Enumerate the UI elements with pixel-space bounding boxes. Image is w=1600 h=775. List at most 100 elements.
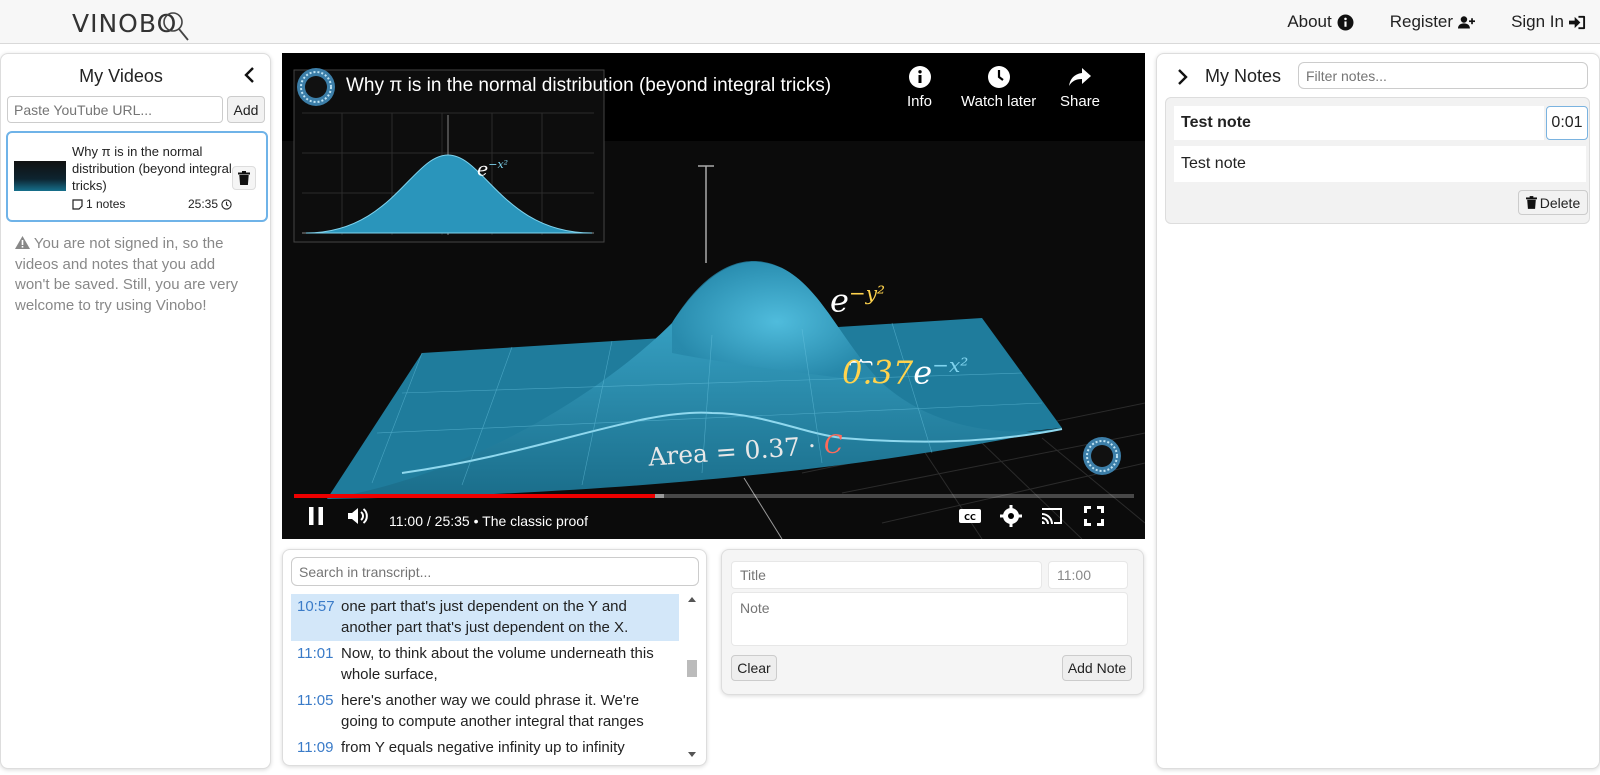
overlay-formula-top: e−y²: [830, 281, 885, 320]
transcript-list[interactable]: 10:57 one part that's just dependent on t…: [291, 594, 679, 760]
info-icon: [908, 66, 931, 88]
volume-button[interactable]: [346, 501, 370, 531]
transcript-timestamp[interactable]: 11:09: [297, 737, 341, 758]
cast-button[interactable]: [1040, 501, 1064, 531]
delete-video-button[interactable]: [232, 166, 256, 190]
video-info-button[interactable]: Info: [907, 65, 932, 110]
transcript-row[interactable]: 11:09 from Y equals negative infinity up …: [291, 735, 679, 760]
not-signed-in-warning: You are not signed in, so the videos and…: [15, 234, 243, 316]
sign-in-icon: [1569, 15, 1586, 29]
transcript-timestamp[interactable]: 11:01: [297, 643, 341, 685]
progress-bar[interactable]: [294, 494, 1134, 498]
video-notes-count: 1 notes: [86, 197, 126, 211]
transcript-text: Now, to think about the volume underneat…: [341, 645, 654, 683]
chapter-text[interactable]: The classic proof: [482, 513, 588, 529]
note-title[interactable]: Test note: [1174, 106, 1544, 140]
top-navbar: VINOBO About Register Sign In: [0, 0, 1600, 44]
warning-text: You are not signed in, so the videos and…: [15, 235, 238, 314]
captions-button[interactable]: CC: [958, 501, 982, 531]
new-note-form: Clear Add Note: [721, 549, 1144, 695]
transcript-timestamp[interactable]: 10:57: [297, 596, 341, 638]
nav-register-label: Register: [1389, 12, 1454, 31]
note-time-input[interactable]: [1048, 561, 1128, 589]
magnifier-icon: [163, 12, 189, 41]
channel-watermark-icon: [1083, 437, 1121, 475]
time-display: 11:00 / 25:35 • The classic proof: [389, 513, 588, 529]
video-list-item[interactable]: Why π is in the normal distribution (bey…: [6, 131, 268, 222]
transcript-row[interactable]: 11:05 here's another way we could phrase …: [291, 688, 679, 735]
share-icon: [1069, 68, 1092, 86]
note-card: Test note 0:01 Test note Delete: [1165, 97, 1590, 224]
video-thumbnail: [14, 161, 66, 191]
watch-later-button[interactable]: Watch later: [961, 65, 1036, 110]
transcript-text: from Y equals negative infinity up to in…: [341, 739, 625, 756]
chevron-left-icon[interactable]: [242, 66, 258, 84]
warning-icon: [15, 236, 30, 249]
channel-avatar-icon: [297, 68, 335, 106]
nav-about[interactable]: About: [1287, 12, 1354, 32]
vinobo-logo[interactable]: VINOBO: [72, 9, 177, 38]
transcript-panel: 10:57one part that's just dependent on t…: [282, 549, 707, 766]
volume-icon: [348, 508, 368, 524]
progress-played: [294, 494, 656, 498]
info-label: Info: [907, 93, 933, 110]
clock-icon: [987, 66, 1010, 88]
inset-formula-exp: −x²: [488, 158, 509, 171]
overlay-formula-top-exp: −y²: [848, 281, 886, 305]
video-duration: 25:35: [187, 197, 218, 211]
transcript-timestamp[interactable]: 11:05: [297, 690, 341, 732]
transcript-search-input[interactable]: [291, 557, 699, 586]
trash-icon: [1525, 196, 1537, 209]
trash-icon: [238, 171, 250, 185]
filter-notes-input[interactable]: [1298, 62, 1588, 89]
captions-icon: CC: [959, 509, 981, 523]
note-body[interactable]: Test note: [1174, 146, 1586, 182]
my-videos-title: My Videos: [79, 66, 163, 86]
clock-icon: [221, 198, 232, 210]
pause-icon: [309, 507, 323, 525]
user-plus-icon: [1458, 15, 1476, 28]
chevron-right-icon[interactable]: [1175, 68, 1189, 86]
note-title-input[interactable]: [731, 561, 1042, 589]
my-notes-title: My Notes: [1205, 66, 1282, 86]
settings-button[interactable]: [999, 501, 1023, 531]
time-text: 11:00 / 25:35: [389, 513, 470, 529]
video-item-meta: 1 notes 25:35: [72, 197, 232, 211]
nav-links: About Register Sign In: [1287, 12, 1586, 32]
transcript-text: here's another way we could phrase it. W…: [341, 692, 644, 730]
note-body-input[interactable]: [731, 592, 1128, 646]
inset-formula-base: e: [477, 158, 489, 181]
transcript-scrollbar[interactable]: [685, 594, 699, 760]
video-player[interactable]: e−x² Why π is in the normal distribution…: [282, 53, 1145, 539]
delete-note-button[interactable]: Delete: [1518, 190, 1588, 215]
overlay-formula-top-base: e: [830, 281, 849, 320]
note-timestamp-button[interactable]: 0:01: [1546, 106, 1588, 140]
add-note-button[interactable]: Add Note: [1062, 655, 1132, 681]
delete-note-label: Delete: [1539, 194, 1581, 211]
clear-note-button[interactable]: Clear: [731, 655, 777, 681]
overlay-factor-formula: 0.37e−x²: [842, 353, 969, 392]
nav-sign-in[interactable]: Sign In: [1511, 12, 1586, 32]
fullscreen-icon: [1084, 506, 1104, 526]
nav-sign-in-label: Sign In: [1511, 12, 1564, 31]
nav-register[interactable]: Register: [1389, 12, 1476, 32]
share-button[interactable]: Share: [1060, 65, 1100, 110]
info-icon: [1337, 14, 1354, 30]
video-title[interactable]: Why π is in the normal distribution (bey…: [346, 75, 831, 97]
add-video-button[interactable]: Add: [227, 96, 265, 123]
transcript-text: one part that's just dependent on the Y …: [341, 598, 629, 636]
transcript-row[interactable]: 10:57 one part that's just dependent on t…: [291, 594, 679, 641]
watch-later-label: Watch later: [961, 93, 1037, 110]
pause-button[interactable]: [304, 501, 328, 531]
note-icon: [72, 198, 83, 210]
gear-icon: [1000, 505, 1022, 527]
youtube-url-input[interactable]: [7, 96, 223, 123]
inset-formula: e−x²: [477, 158, 508, 180]
overlay-formula-right-exp: −x²: [932, 353, 969, 377]
nav-about-label: About: [1287, 12, 1332, 31]
transcript-row[interactable]: 11:01 Now, to think about the volume unde…: [291, 641, 679, 688]
overlay-area-c: C: [822, 429, 844, 460]
fullscreen-button[interactable]: [1082, 501, 1106, 531]
svg-text:CC: CC: [964, 513, 976, 522]
cast-icon: [1042, 508, 1062, 524]
